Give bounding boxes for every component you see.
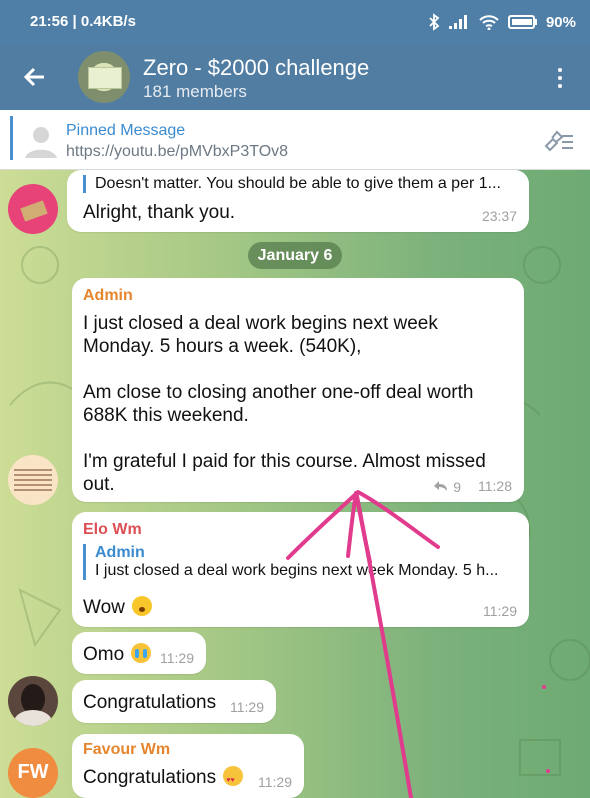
message-bubble-2[interactable]: Admin I just closed a deal work begins n… <box>72 278 524 502</box>
chat-header: Zero - $2000 challenge 181 members <box>0 44 590 110</box>
pinned-message-label: Pinned Message <box>66 122 186 139</box>
back-arrow-icon[interactable] <box>22 64 48 90</box>
message-text-1: Alright, thank you. <box>83 202 236 223</box>
forward-icon <box>434 481 448 491</box>
reply-name-admin: Admin <box>95 544 145 561</box>
member-count: 181 members <box>143 82 247 101</box>
reply-text-3: I just closed a deal work begins next we… <box>95 562 499 579</box>
message-text-5: Congratulations <box>83 692 217 713</box>
message-bubble-6[interactable]: Favour Wm Congratulations 11:29 <box>72 734 304 798</box>
favour-avatar[interactable]: FW <box>8 748 58 798</box>
message-time-2: 11:28 <box>478 478 512 494</box>
group-avatar-image <box>88 67 122 89</box>
reply-preview-3[interactable]: Admin I just closed a deal work begins n… <box>83 544 498 580</box>
sender-avatar-congrats[interactable] <box>8 676 58 726</box>
message-bubble-3[interactable]: Elo Wm Admin I just closed a deal work b… <box>72 512 529 627</box>
sender-avatar-1[interactable] <box>8 184 58 234</box>
message-bubble-5[interactable]: Congratulations 11:29 <box>72 680 276 723</box>
reply-preview-1[interactable]: Doesn't matter. You should be able to gi… <box>83 175 501 193</box>
message-time-1: 23:37 <box>481 208 517 224</box>
pinned-thumbnail-icon <box>25 127 57 158</box>
message-time-5: 11:29 <box>230 699 264 715</box>
message-text-2: I just closed a deal work begins next we… <box>83 313 486 495</box>
status-time-speed: 21:56 | 0.4KB/s <box>30 13 136 30</box>
battery-icon <box>507 15 537 29</box>
chat-title[interactable]: Zero - $2000 challenge <box>143 55 369 81</box>
chat-area[interactable]: Doesn't matter. You should be able to gi… <box>0 170 590 798</box>
status-icons: 90% <box>428 13 576 31</box>
message-text-4: Omo <box>83 643 152 666</box>
message-time-4: 11:29 <box>160 650 194 666</box>
sender-name-favour[interactable]: Favour Wm <box>83 741 170 759</box>
reply-text-1: Doesn't matter. You should be able to gi… <box>95 175 501 192</box>
admin-avatar[interactable] <box>8 455 58 505</box>
date-chip: January 6 <box>248 242 342 269</box>
more-menu-icon[interactable] <box>548 64 572 92</box>
sender-name-admin[interactable]: Admin <box>83 287 133 305</box>
status-bar: 21:56 | 0.4KB/s 90% <box>0 0 590 44</box>
wow-emoji-icon <box>132 596 153 616</box>
pinned-message-link[interactable]: https://youtu.be/pMVbxP3TOv8 <box>66 143 288 161</box>
heart-eyes-emoji-icon <box>223 766 244 792</box>
pinned-accent-bar <box>10 116 13 160</box>
message-text-6: Congratulations <box>83 766 244 792</box>
message-time-6: 11:29 <box>258 774 292 790</box>
battery-percent: 90% <box>545 13 576 31</box>
pinned-message-bar[interactable]: Pinned Message https://youtu.be/pMVbxP3T… <box>0 110 590 170</box>
group-avatar[interactable] <box>78 51 130 103</box>
forward-share-count[interactable]: 9 <box>433 479 461 495</box>
bluetooth-icon <box>429 13 440 31</box>
message-bubble-4[interactable]: Omo 11:29 <box>72 632 206 674</box>
pin-list-icon[interactable] <box>542 128 576 152</box>
wifi-icon <box>479 15 499 30</box>
message-bubble-1[interactable]: Doesn't matter. You should be able to gi… <box>67 170 529 232</box>
message-time-3: 11:29 <box>483 603 517 619</box>
crying-emoji-icon <box>131 643 152 663</box>
signal-icon <box>448 15 467 29</box>
message-text-3: Wow <box>83 596 153 619</box>
sender-name-elo[interactable]: Elo Wm <box>83 521 142 539</box>
